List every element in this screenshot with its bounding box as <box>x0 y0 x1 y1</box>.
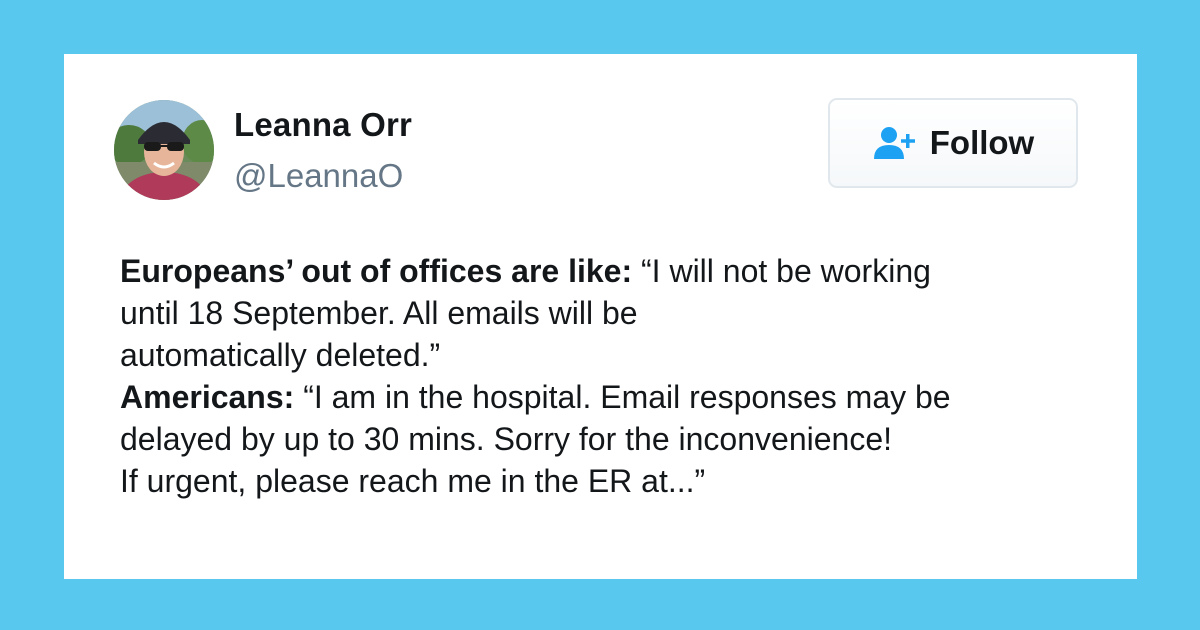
tweet-line-bold: Americans: <box>120 379 295 415</box>
follow-button-label: Follow <box>929 124 1035 161</box>
tweet-line: automatically deleted.” <box>120 334 1110 376</box>
tweet-line: If urgent, please reach me in the ER at.… <box>120 460 1110 502</box>
tweet-line-text: “I am in the hospital. Email responses m… <box>294 379 951 415</box>
tweet-text: Europeans’ out of offices are like: “I w… <box>120 250 1110 502</box>
tweet-line-text: until 18 September. All emails will be <box>120 295 638 331</box>
tweet-line-text: If urgent, please reach me in the ER at.… <box>120 463 706 499</box>
follow-button[interactable]: Follow <box>828 98 1078 188</box>
tweet-line: delayed by up to 30 mins. Sorry for the … <box>120 418 1110 460</box>
avatar-photo <box>114 100 214 200</box>
tweet-line-text: “I will not be working <box>632 253 931 289</box>
tweet-line: Americans: “I am in the hospital. Email … <box>120 376 1110 418</box>
tweet-card: Leanna Orr @LeannaO Follow Europeans’ ou… <box>64 54 1137 579</box>
user-name[interactable]: Leanna Orr <box>234 106 412 144</box>
tweet-line: Europeans’ out of offices are like: “I w… <box>120 250 1110 292</box>
tweet-line-text: delayed by up to 30 mins. Sorry for the … <box>120 421 892 457</box>
user-handle[interactable]: @LeannaO <box>234 157 403 195</box>
avatar[interactable] <box>114 100 214 200</box>
add-user-icon <box>872 125 918 161</box>
tweet-line-bold: Europeans’ out of offices are like: <box>120 253 633 289</box>
tweet-line: until 18 September. All emails will be <box>120 292 1110 334</box>
tweet-line-text: automatically deleted.” <box>120 337 441 373</box>
